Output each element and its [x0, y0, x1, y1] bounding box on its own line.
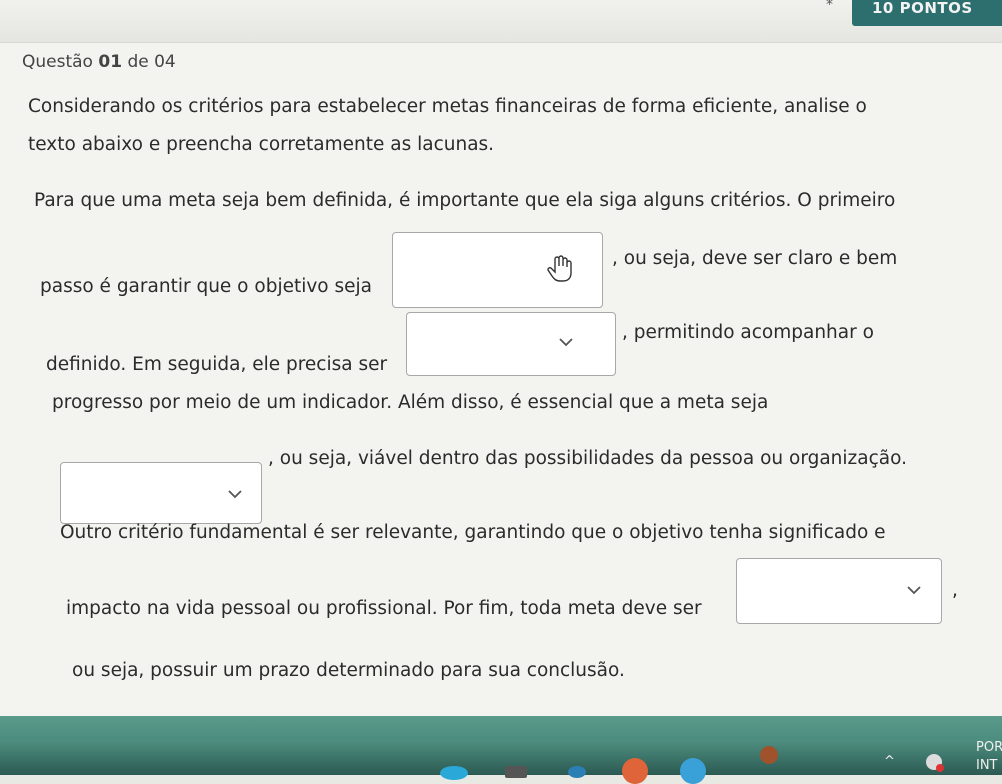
paragraph-line-8: ou seja, possuir um prazo determinado pa…: [72, 660, 625, 681]
app-icon[interactable]: [505, 766, 527, 778]
paragraph-line-7-before: impacto na vida pessoal ou profissional.…: [66, 598, 702, 619]
chrome-icon[interactable]: [622, 758, 648, 784]
points-label: 10 PONTOS: [872, 0, 973, 17]
error-badge-icon: [936, 764, 944, 772]
chevron-down-icon: [907, 586, 921, 595]
chevron-down-icon: [559, 338, 573, 347]
language-top[interactable]: POR: [976, 740, 1002, 755]
instruction-line-2: texto abaixo e preencha corretamente as …: [28, 134, 495, 155]
instruction-line-1: Considerando os critérios para estabelec…: [28, 96, 867, 117]
paragraph-line-2-after: , ou seja, deve ser claro e bem: [612, 248, 898, 269]
paragraph-line-3-before: definido. Em seguida, ele precisa ser: [46, 354, 388, 375]
paragraph-line-7-after: ,: [952, 580, 958, 601]
tray-chevron-up-icon[interactable]: ^: [884, 754, 895, 769]
hand-cursor-icon: [547, 255, 573, 283]
avatar[interactable]: [760, 746, 778, 764]
taskbar: ^ POR INT: [0, 740, 1002, 784]
edge-icon[interactable]: [680, 758, 706, 784]
app-icon[interactable]: [568, 766, 586, 778]
language-bottom[interactable]: INT: [976, 758, 998, 773]
paragraph-line-1: Para que uma meta seja bem definida, é i…: [34, 190, 896, 211]
paragraph-line-3-after: , permitindo acompanhar o: [622, 322, 874, 343]
question-number: Questão 01 de 04: [22, 52, 176, 72]
dropdown-1[interactable]: [392, 232, 603, 308]
chevron-down-icon: [228, 490, 242, 499]
dropdown-4[interactable]: [736, 558, 942, 624]
dropdown-3[interactable]: [60, 462, 262, 524]
app-icon[interactable]: [440, 766, 468, 780]
paragraph-line-4: progresso por meio de um indicador. Além…: [52, 392, 769, 413]
star-icon: *: [826, 0, 833, 13]
paragraph-line-6: Outro critério fundamental é ser relevan…: [60, 522, 886, 543]
paragraph-line-2-before: passo é garantir que o objetivo seja: [40, 276, 372, 297]
dropdown-2[interactable]: [406, 312, 616, 376]
paragraph-line-5-after: , ou seja, viável dentro das possibilida…: [268, 448, 907, 469]
